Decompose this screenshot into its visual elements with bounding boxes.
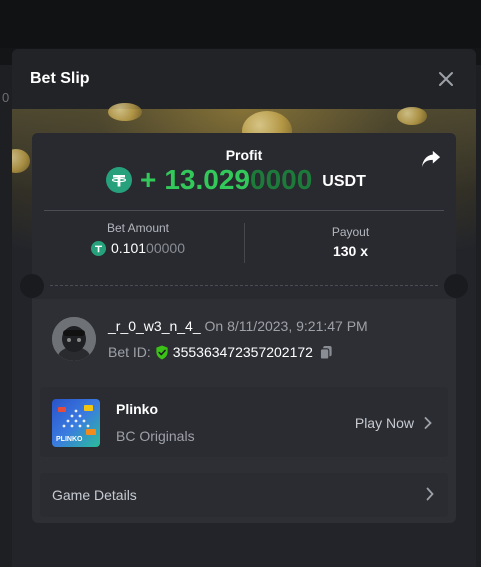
modal-title: Bet Slip [30, 70, 90, 87]
coin-decoration [12, 149, 30, 173]
backdrop-edge-text: 0 [2, 90, 10, 105]
game-row: PLINKO Plinko BC Originals Play Now [40, 387, 448, 457]
tether-icon [91, 240, 106, 256]
bet-amount-value: 0.101 00000 [32, 240, 244, 256]
avatar[interactable] [52, 317, 96, 361]
profit-sign: + [140, 164, 157, 195]
avatar-image [52, 317, 96, 361]
profit-value-trailing: 0000 [250, 164, 313, 195]
payout-block: Payout 130 x [245, 225, 456, 259]
bet-id-label: Bet ID: [108, 344, 151, 360]
bet-amount-number: 0.101 [111, 240, 147, 256]
bet-id-line: Bet ID: 355363472357202172 [108, 344, 333, 360]
game-provider: BC Originals [116, 428, 195, 444]
backdrop-left-panel [0, 65, 12, 567]
chevron-right-icon [424, 417, 432, 429]
profit-section: Profit + 13.029 0000 USDT Bet Amount 0.1… [32, 133, 456, 299]
username[interactable]: _r_0_w3_n_4_ [108, 318, 201, 334]
coin-decoration [397, 107, 427, 125]
coin-decoration [108, 103, 142, 121]
bet-user-line: _r_0_w3_n_4_ On 8/11/2023, 9:21:47 PM [108, 318, 368, 334]
divider [44, 210, 444, 211]
modal-header: Bet Slip [12, 49, 476, 109]
game-thumbnail[interactable]: PLINKO [52, 399, 100, 447]
bet-amount-label: Bet Amount [106, 221, 170, 235]
profit-currency: USDT [322, 172, 366, 190]
dashed-separator [50, 285, 438, 286]
shield-check-icon [156, 344, 168, 360]
game-thumbnail-text: PLINKO [56, 436, 83, 443]
close-icon[interactable] [436, 69, 456, 89]
profit-value: 13.029 [164, 164, 250, 195]
bet-date: On 8/11/2023, 9:21:47 PM [204, 318, 368, 334]
chevron-right-icon [426, 487, 434, 501]
bet-slip-modal: Bet Slip Profit + 13.029 0000 USDT Bet A… [12, 49, 476, 567]
bet-id-value: 355363472357202172 [172, 344, 313, 360]
backdrop-right-panel [476, 65, 481, 567]
backdrop-topbar [0, 0, 481, 48]
game-details-row[interactable]: Game Details [40, 473, 448, 517]
tether-icon [106, 167, 132, 193]
ticket-notch [444, 274, 468, 298]
ticket-notch [20, 274, 44, 298]
profit-amount: + 13.029 0000 USDT [106, 163, 366, 197]
payout-value: 130 x [332, 243, 369, 259]
copy-icon[interactable] [319, 345, 333, 360]
bet-amount-block: Bet Amount 0.101 00000 [32, 221, 244, 256]
game-name: Plinko [116, 401, 159, 417]
bet-amount-trailing: 00000 [146, 240, 185, 256]
game-details-label: Game Details [52, 487, 137, 503]
bet-result-card: Profit + 13.029 0000 USDT Bet Amount 0.1… [20, 133, 468, 523]
play-now-label: Play Now [354, 415, 414, 431]
profit-label: Profit [225, 147, 263, 163]
play-now-button[interactable]: Play Now [355, 415, 432, 431]
payout-label: Payout [331, 225, 370, 239]
share-icon[interactable] [420, 149, 442, 169]
